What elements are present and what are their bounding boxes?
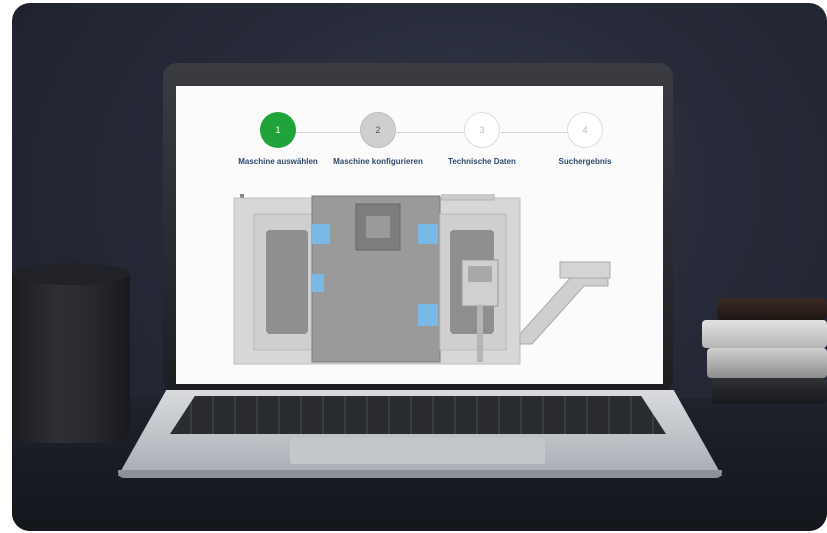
machine-illustration: [233, 194, 611, 365]
tool-blue: [418, 304, 438, 326]
top-cover: [441, 194, 495, 201]
laptop-keyboard: [170, 396, 666, 434]
spindle: [366, 216, 390, 238]
step-label: Technische Daten: [448, 157, 516, 166]
step-label: Suchergebnis: [558, 157, 612, 166]
left-window: [266, 230, 308, 334]
coffee-cup: [12, 263, 130, 443]
book-stack: [717, 298, 827, 320]
step-label: Maschine konfigurieren: [333, 157, 423, 166]
panel-stand: [477, 306, 483, 362]
chip-conveyor: [519, 275, 609, 345]
step-circle: 1: [260, 112, 296, 148]
step-4[interactable]: 4 Suchergebnis: [530, 112, 640, 166]
step-wizard: 1 Maschine auswählen 2 Maschine konfigur…: [176, 86, 663, 186]
step-2[interactable]: 2 Maschine konfigurieren: [323, 112, 433, 166]
step-3[interactable]: 3 Technische Daten: [427, 112, 537, 166]
conveyor-hopper: [559, 261, 611, 279]
book-stack: [707, 348, 827, 378]
step-circle: 4: [567, 112, 603, 148]
machine-antenna: [240, 194, 244, 198]
laptop-trackpad: [290, 438, 545, 464]
step-label: Maschine auswählen: [238, 157, 318, 166]
laptop-front-edge: [118, 470, 722, 478]
tool-blue: [418, 224, 438, 244]
step-1[interactable]: 1 Maschine auswählen: [223, 112, 333, 166]
step-circle: 2: [360, 112, 396, 148]
book-stack: [712, 378, 827, 404]
book-stack: [702, 320, 827, 348]
laptop-screen: 1 Maschine auswählen 2 Maschine konfigur…: [176, 86, 663, 384]
tool-blue: [312, 224, 330, 244]
control-screen: [468, 266, 492, 282]
step-circle: 3: [464, 112, 500, 148]
tool-blue: [312, 274, 324, 292]
